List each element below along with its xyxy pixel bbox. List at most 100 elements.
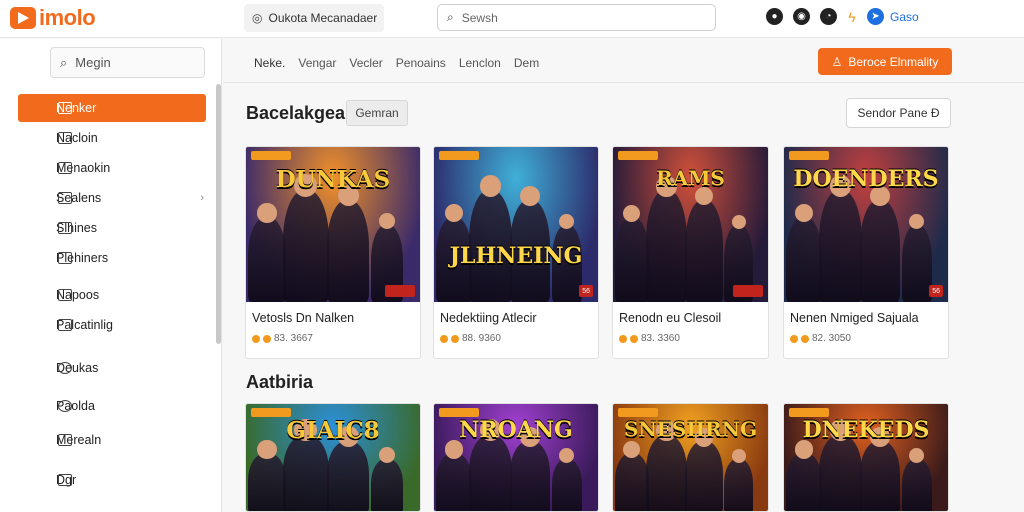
sidebar-item[interactable]: Menaokin: [18, 154, 206, 182]
game-logo-title: RAMS: [656, 165, 725, 190]
game-card[interactable]: DUNKAS Vetosls Dn Nalken 83. 3667: [245, 146, 421, 359]
game-stats: 83. 3667: [274, 333, 313, 344]
game-thumbnail: NROANG: [434, 404, 598, 511]
game-card[interactable]: JLHNEING 56 Nedektiing Atlecir 88. 9360: [433, 146, 599, 359]
game-thumbnail: RAMS: [613, 147, 768, 302]
sort-dropdown[interactable]: Sendor Pane Ð: [846, 98, 951, 128]
messenger-icon[interactable]: ➤: [867, 8, 884, 25]
game-title[interactable]: Nenen Nmiged Sajuala: [790, 311, 919, 325]
genre-badge: [251, 151, 291, 160]
search-icon: ⌕: [60, 54, 68, 70]
game-card[interactable]: DOENDERS 56 Nenen Nmiged Sajuala 82. 3050: [783, 146, 949, 359]
game-thumbnail: JLHNEING 56: [434, 147, 598, 302]
coin-icon: [619, 334, 627, 343]
nav-item[interactable]: Lenclon: [459, 56, 501, 70]
game-thumbnail: DOENDERS 56: [784, 147, 948, 302]
game-logo-title: NROANG: [459, 417, 573, 444]
search-input[interactable]: ⌕ Sewsh: [437, 4, 716, 31]
search-placeholder: Sewsh: [461, 10, 498, 25]
game-logo-title: GIAIC8: [286, 417, 380, 445]
top-bar: imolo ◎ Oukota Mecanadaer ⌕ Sewsh ● ◉ ◔ …: [0, 0, 1024, 38]
location-pin-icon: ◎: [252, 11, 263, 25]
camera-icon[interactable]: ●: [766, 8, 783, 25]
circle-icon: [58, 362, 72, 374]
cta-label: Beroce Elnmality: [848, 54, 939, 69]
sidebar-search-input[interactable]: ⌕ Megin: [50, 47, 205, 78]
cta-button[interactable]: ♙ Beroce Elnmality: [818, 48, 952, 75]
game-stats: 82. 3050: [812, 333, 851, 344]
rating-badge: [385, 285, 415, 297]
rss-icon[interactable]: ◔: [820, 8, 837, 25]
search-icon: ⌕: [447, 10, 454, 24]
top-nav: Neke. Vengar Vecler Penoains Lenclon Dem: [254, 56, 539, 70]
record-icon[interactable]: ◉: [793, 8, 810, 25]
header-divider: [223, 82, 1024, 83]
rating-badge: 56: [929, 285, 943, 297]
list-icon: [58, 132, 72, 144]
game-title[interactable]: Renodn eu Clesoil: [619, 311, 721, 325]
game-stats: 88. 9360: [462, 333, 501, 344]
game-stats: 83. 3360: [641, 333, 680, 344]
nav-item[interactable]: Neke.: [254, 56, 285, 70]
file-icon: [58, 289, 72, 301]
game-title[interactable]: Nedektiing Atlecir: [440, 311, 537, 325]
genre-badge: [618, 408, 658, 417]
disc-icon: [58, 400, 72, 412]
calendar-icon: [58, 102, 72, 114]
star-icon: [630, 334, 638, 343]
genre-badge: [789, 151, 829, 160]
nav-item[interactable]: Dem: [514, 56, 539, 70]
nav-item[interactable]: Penoains: [396, 56, 446, 70]
sidebar-item[interactable]: Plehiners: [18, 244, 206, 272]
square-icon: [58, 319, 72, 331]
chevron-right-icon: ›: [200, 192, 204, 204]
game-card[interactable]: SNESIIRNG: [612, 403, 769, 512]
genre-badge: [251, 408, 291, 417]
game-logo-title: DNEKEDS: [802, 417, 930, 444]
sidebar-item[interactable]: Sealens ›: [18, 184, 206, 212]
genre-badge: [439, 151, 479, 160]
game-card[interactable]: RAMS Renodn eu Clesoil 83. 3360: [612, 146, 769, 359]
game-title[interactable]: Vetosls Dn Nalken: [252, 311, 354, 325]
sidebar-item[interactable]: Deukas: [18, 354, 206, 382]
sidebar-item[interactable]: Nenker: [18, 94, 206, 122]
genre-badge: [618, 151, 658, 160]
game-thumbnail: DUNKAS: [246, 147, 420, 302]
logo-text: imolo: [39, 5, 96, 30]
star-icon: [801, 334, 809, 343]
game-card[interactable]: NROANG: [433, 403, 599, 512]
star-icon: [451, 334, 459, 343]
game-card[interactable]: GIAIC8: [245, 403, 421, 512]
filter-chip[interactable]: Gemran: [346, 100, 408, 126]
lightning-icon[interactable]: ϟ: [847, 8, 857, 25]
user-label[interactable]: Gaso: [890, 10, 919, 24]
sidebar-item[interactable]: Napoos: [18, 281, 206, 309]
game-logo-title: JLHNEING: [449, 243, 583, 270]
sidebar-item[interactable]: Dgr: [18, 466, 206, 494]
sidebar-item[interactable]: Paolda: [18, 392, 206, 420]
app-logo[interactable]: imolo: [10, 5, 96, 30]
coin-icon: [252, 334, 260, 343]
location-label: Oukota Mecanadaer: [268, 11, 378, 25]
location-selector[interactable]: ◎ Oukota Mecanadaer: [244, 4, 384, 32]
sidebar-item[interactable]: Nacloin: [18, 124, 206, 152]
game-logo-title: DOENDERS: [793, 165, 939, 192]
game-card[interactable]: DNEKEDS: [783, 403, 949, 512]
sidebar-item[interactable]: Palcatinlig: [18, 311, 206, 339]
coin-icon: [790, 334, 798, 343]
sidebar-scrollbar[interactable]: [216, 84, 221, 344]
folder-icon: [58, 192, 72, 204]
genre-badge: [789, 408, 829, 417]
inbox-icon: [58, 474, 72, 486]
game-thumbnail: GIAIC8: [246, 404, 420, 511]
genre-badge: [439, 408, 479, 417]
chat-icon: [58, 162, 72, 174]
game-logo-title: SNESIIRNG: [623, 417, 758, 442]
rating-badge: 56: [579, 285, 593, 297]
sidebar-item[interactable]: Merealn: [18, 426, 206, 454]
nav-item[interactable]: Vecler: [349, 56, 382, 70]
sidebar-item[interactable]: Slhines: [18, 214, 206, 242]
nav-item[interactable]: Vengar: [298, 56, 336, 70]
coin-icon: [440, 334, 448, 343]
sidebar-search-placeholder: Megin: [75, 55, 111, 70]
